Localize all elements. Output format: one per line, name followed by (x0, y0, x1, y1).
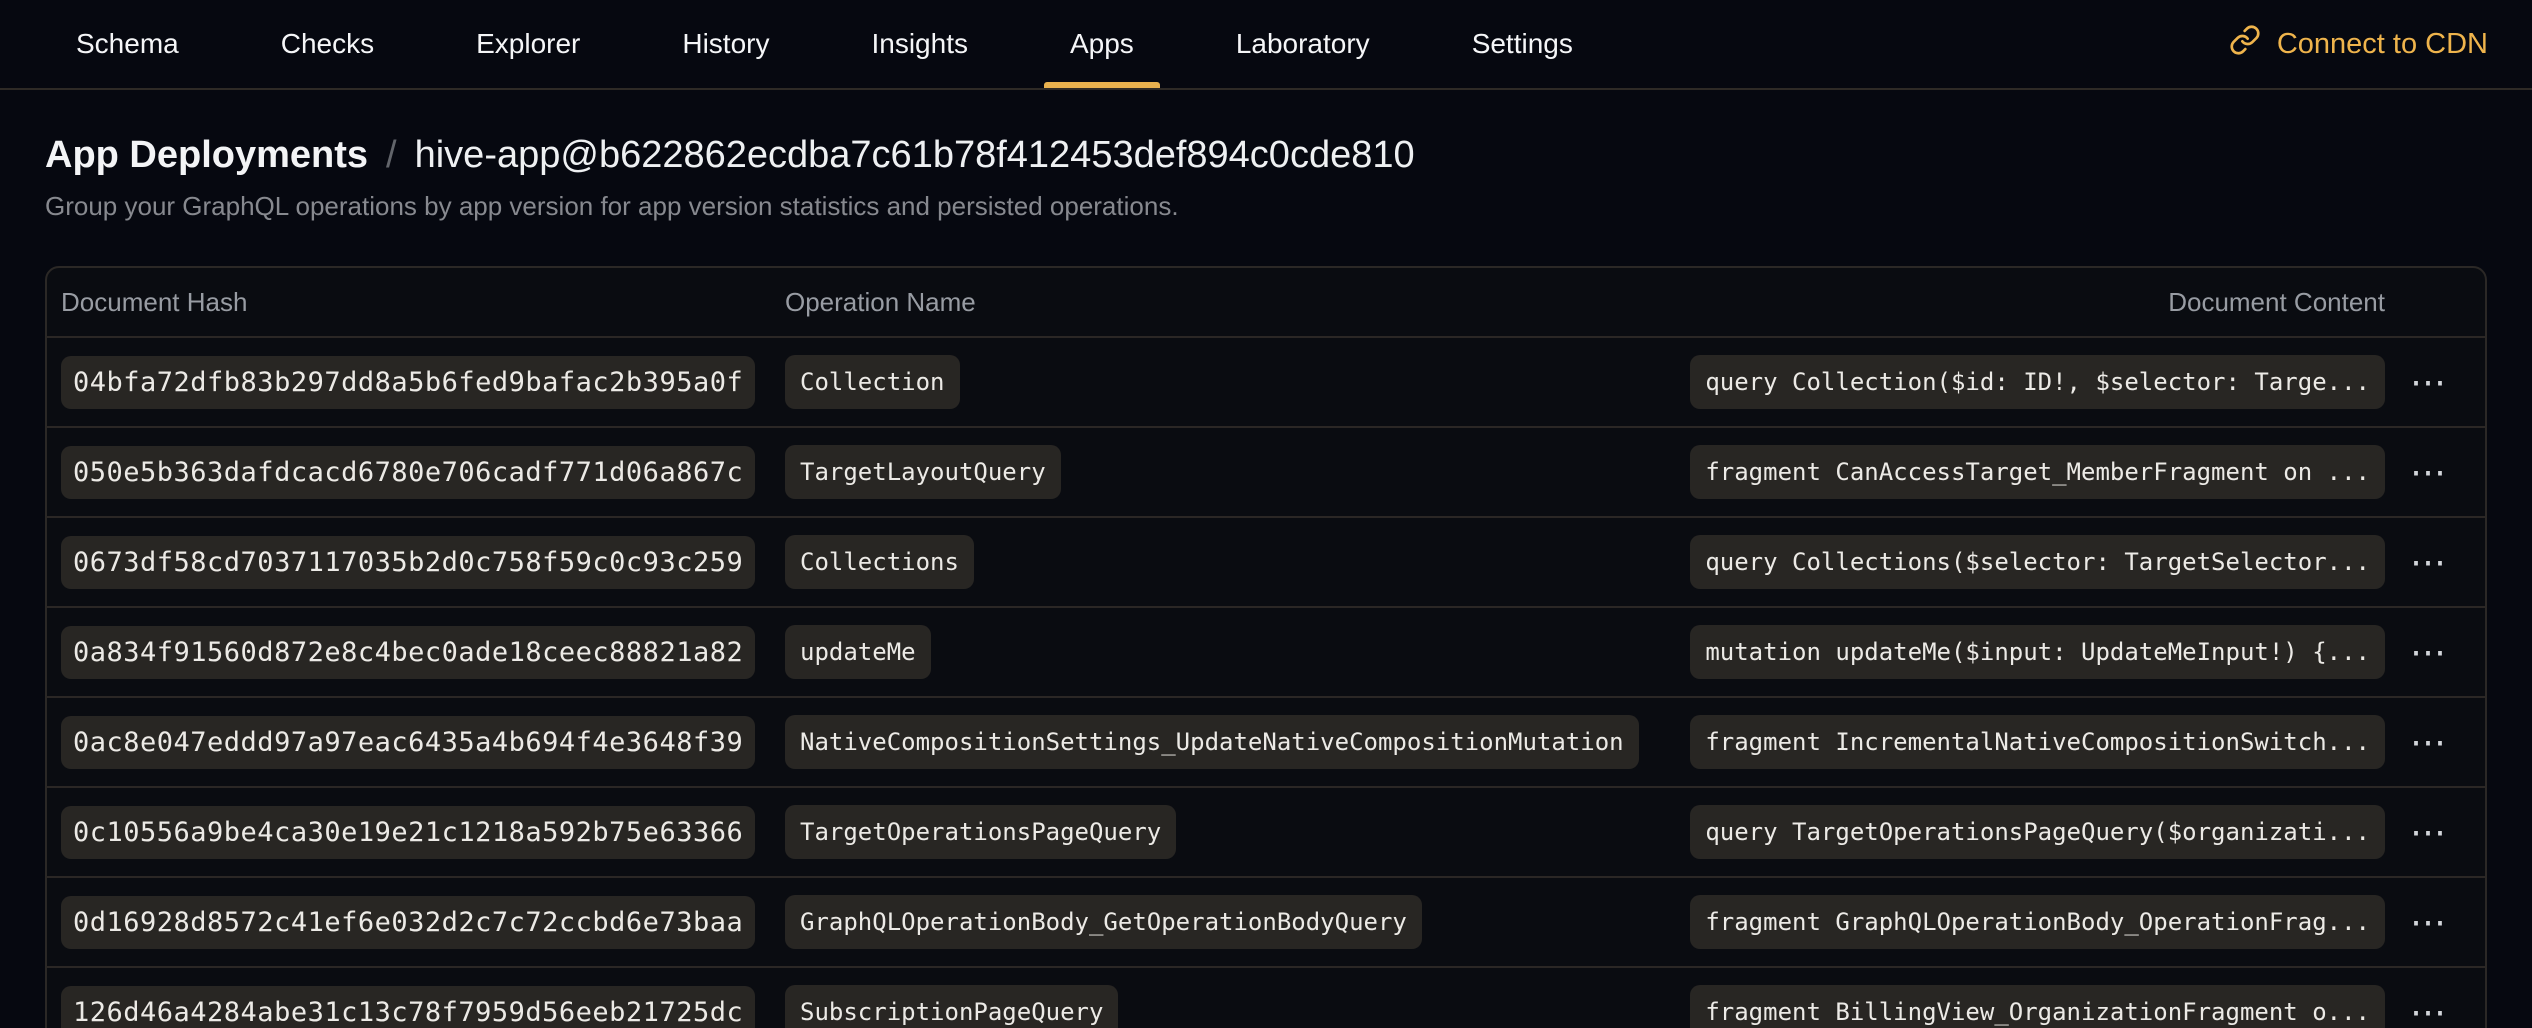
operation-name-chip: Collection (785, 355, 960, 409)
operation-name-chip: updateMe (785, 625, 931, 679)
ellipsis-icon: ⋯ (2410, 811, 2446, 852)
nav-tab-label: Explorer (476, 28, 580, 60)
table-body: 04bfa72dfb83b297dd8a5b6fed9bafac2b395a0f… (47, 336, 2485, 1028)
document-hash-chip: 126d46a4284abe31c13c78f7959d56eeb21725dc (61, 986, 755, 1028)
document-hash-chip: 0673df58cd7037117035b2d0c758f59c0c93c259 (61, 536, 755, 589)
connect-to-cdn-button[interactable]: Connect to CDN (2229, 0, 2488, 88)
ellipsis-icon: ⋯ (2410, 991, 2446, 1028)
row-menu-button[interactable]: ⋯ (2400, 358, 2456, 406)
nav-tab-label: Checks (281, 28, 374, 60)
column-header-document-hash: Document Hash (61, 287, 785, 318)
document-hash-chip: 0d16928d8572c41ef6e032d2c7c72ccbd6e73baa (61, 896, 755, 949)
row-menu-button[interactable]: ⋯ (2400, 538, 2456, 586)
nav-tab-laboratory[interactable]: Laboratory (1210, 0, 1396, 88)
column-header-operation-name: Operation Name (785, 287, 2168, 318)
nav-tabs: Schema Checks Explorer History Insights … (50, 0, 1599, 88)
nav-tab-settings[interactable]: Settings (1446, 0, 1599, 88)
nav-tab-label: Insights (871, 28, 968, 60)
document-content-chip: fragment BillingView_OrganizationFragmen… (1690, 985, 2385, 1028)
table-row: 0ac8e047eddd97a97eac6435a4b694f4e3648f39… (47, 696, 2485, 786)
document-content-chip: fragment CanAccessTarget_MemberFragment … (1690, 445, 2385, 499)
document-content-chip: fragment IncrementalNativeCompositionSwi… (1690, 715, 2385, 769)
ellipsis-icon: ⋯ (2410, 361, 2446, 402)
nav-tab-label: Settings (1472, 28, 1573, 60)
document-content-chip: mutation updateMe($input: UpdateMeInput!… (1690, 625, 2385, 679)
connect-to-cdn-label: Connect to CDN (2277, 28, 2488, 61)
document-hash-chip: 0c10556a9be4ca30e19e21c1218a592b75e63366 (61, 806, 755, 859)
nav-tab-label: History (682, 28, 769, 60)
nav-tab-apps[interactable]: Apps (1044, 0, 1160, 88)
document-content-chip: query Collection($id: ID!, $selector: Ta… (1690, 355, 2385, 409)
link-icon (2229, 24, 2261, 64)
operation-name-chip: Collections (785, 535, 974, 589)
nav-tab-label: Schema (76, 28, 179, 60)
operation-name-chip: TargetLayoutQuery (785, 445, 1061, 499)
operation-name-chip: NativeCompositionSettings_UpdateNativeCo… (785, 715, 1639, 769)
document-content-chip: query TargetOperationsPageQuery($organiz… (1690, 805, 2385, 859)
document-hash-chip: 050e5b363dafdcacd6780e706cadf771d06a867c (61, 446, 755, 499)
operation-name-chip: TargetOperationsPageQuery (785, 805, 1176, 859)
document-hash-chip: 0ac8e047eddd97a97eac6435a4b694f4e3648f39 (61, 716, 755, 769)
ellipsis-icon: ⋯ (2410, 631, 2446, 672)
ellipsis-icon: ⋯ (2410, 541, 2446, 582)
table-row: 126d46a4284abe31c13c78f7959d56eeb21725dc… (47, 966, 2485, 1028)
table-row: 050e5b363dafdcacd6780e706cadf771d06a867c… (47, 426, 2485, 516)
row-menu-button[interactable]: ⋯ (2400, 448, 2456, 496)
table-row: 0673df58cd7037117035b2d0c758f59c0c93c259… (47, 516, 2485, 606)
document-content-chip: fragment GraphQLOperationBody_OperationF… (1690, 895, 2385, 949)
nav-tab-explorer[interactable]: Explorer (450, 0, 606, 88)
table-row: 0d16928d8572c41ef6e032d2c7c72ccbd6e73baa… (47, 876, 2485, 966)
breadcrumb: App Deployments / hive-app@b622862ecdba7… (45, 134, 2487, 177)
document-content-chip: query Collections($selector: TargetSelec… (1690, 535, 2385, 589)
breadcrumb-deployment-name: hive-app@b622862ecdba7c61b78f412453def89… (415, 134, 1415, 177)
nav-tab-insights[interactable]: Insights (845, 0, 994, 88)
document-hash-chip: 04bfa72dfb83b297dd8a5b6fed9bafac2b395a0f (61, 356, 755, 409)
top-navigation: Schema Checks Explorer History Insights … (0, 0, 2532, 90)
row-menu-button[interactable]: ⋯ (2400, 628, 2456, 676)
document-hash-chip: 0a834f91560d872e8c4bec0ade18ceec88821a82 (61, 626, 755, 679)
operation-name-chip: GraphQLOperationBody_GetOperationBodyQue… (785, 895, 1422, 949)
breadcrumb-app-deployments-link[interactable]: App Deployments (45, 134, 368, 177)
row-menu-button[interactable]: ⋯ (2400, 988, 2456, 1028)
table-row: 04bfa72dfb83b297dd8a5b6fed9bafac2b395a0f… (47, 336, 2485, 426)
table-row: 0c10556a9be4ca30e19e21c1218a592b75e63366… (47, 786, 2485, 876)
row-menu-button[interactable]: ⋯ (2400, 718, 2456, 766)
row-menu-button[interactable]: ⋯ (2400, 808, 2456, 856)
row-menu-button[interactable]: ⋯ (2400, 898, 2456, 946)
nav-tab-checks[interactable]: Checks (255, 0, 400, 88)
nav-tab-history[interactable]: History (656, 0, 795, 88)
table-row: 0a834f91560d872e8c4bec0ade18ceec88821a82… (47, 606, 2485, 696)
ellipsis-icon: ⋯ (2410, 451, 2446, 492)
nav-tab-schema[interactable]: Schema (50, 0, 205, 88)
column-header-document-content: Document Content (2168, 287, 2385, 318)
nav-tab-label: Laboratory (1236, 28, 1370, 60)
nav-tab-label: Apps (1070, 28, 1134, 60)
breadcrumb-separator: / (386, 134, 397, 177)
documents-table-card: Document Hash Operation Name Document Co… (45, 266, 2487, 1028)
app-deployments-page: App Deployments / hive-app@b622862ecdba7… (0, 134, 2532, 1028)
ellipsis-icon: ⋯ (2410, 721, 2446, 762)
table-header-row: Document Hash Operation Name Document Co… (47, 268, 2485, 336)
operation-name-chip: SubscriptionPageQuery (785, 985, 1118, 1028)
page-subtitle: Group your GraphQL operations by app ver… (45, 191, 2487, 222)
ellipsis-icon: ⋯ (2410, 901, 2446, 942)
